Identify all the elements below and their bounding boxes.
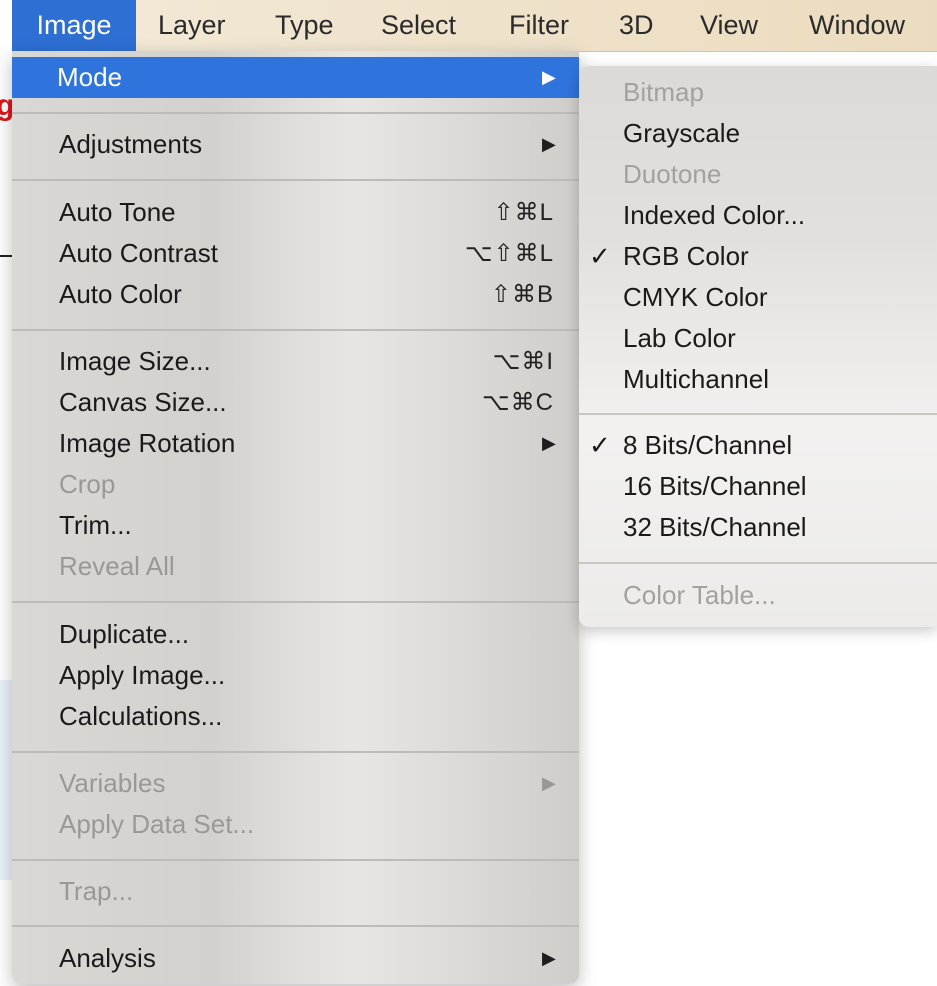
menu-separator bbox=[12, 112, 579, 114]
menubar-item-image[interactable]: Image bbox=[12, 0, 136, 51]
menu-item-image-rotation[interactable]: Image Rotation ▶ bbox=[12, 423, 579, 464]
submenu-item-lab-color[interactable]: Lab Color bbox=[579, 318, 937, 359]
submenu-separator bbox=[579, 562, 937, 564]
menu-item-label: Canvas Size... bbox=[59, 387, 227, 417]
menu-item-calculations[interactable]: Calculations... bbox=[12, 696, 579, 737]
background-red-text-fragment: g bbox=[0, 93, 12, 122]
submenu-item-bitmap: Bitmap bbox=[579, 72, 937, 113]
menubar-item-view[interactable]: View bbox=[700, 0, 758, 51]
menu-item-variables: Variables ▶ bbox=[12, 763, 579, 804]
submenu-separator bbox=[579, 413, 937, 415]
submenu-item-rgb-color[interactable]: ✓ RGB Color bbox=[579, 236, 937, 277]
submenu-item-label: 32 Bits/Channel bbox=[623, 512, 807, 542]
menu-separator bbox=[12, 751, 579, 753]
menu-item-label: Apply Image... bbox=[59, 660, 226, 690]
menubar-item-window[interactable]: Window bbox=[809, 0, 905, 51]
submenu-item-label: Indexed Color... bbox=[623, 200, 806, 230]
background-panel-fragment bbox=[0, 680, 12, 880]
keyboard-shortcut: ⇧⌘B bbox=[490, 281, 554, 308]
menu-item-label: Image Size... bbox=[59, 346, 211, 376]
menu-item-label: Adjustments bbox=[59, 129, 203, 159]
submenu-item-label: CMYK Color bbox=[623, 282, 768, 312]
menu-item-label: Image Rotation bbox=[59, 428, 236, 458]
submenu-item-32-bits-channel[interactable]: 32 Bits/Channel bbox=[579, 507, 937, 548]
menu-separator bbox=[12, 179, 579, 181]
menu-item-label: Auto Tone bbox=[59, 197, 176, 227]
menu-separator bbox=[12, 601, 579, 603]
menu-separator bbox=[12, 925, 579, 927]
keyboard-shortcut: ⌥⌘I bbox=[492, 348, 554, 375]
menu-item-reveal-all: Reveal All bbox=[12, 546, 579, 587]
menu-item-apply-image[interactable]: Apply Image... bbox=[12, 655, 579, 696]
menu-item-apply-data-set: Apply Data Set... bbox=[12, 804, 579, 845]
submenu-item-label: Grayscale bbox=[623, 118, 741, 148]
image-menu: Mode ▶ Adjustments ▶ Auto Tone ⇧⌘L Auto … bbox=[12, 51, 579, 984]
menu-item-trim[interactable]: Trim... bbox=[12, 505, 579, 546]
menu-item-label: Reveal All bbox=[59, 551, 175, 581]
mode-submenu: Bitmap Grayscale Duotone Indexed Color..… bbox=[579, 66, 937, 627]
menu-item-label: Auto Color bbox=[59, 279, 182, 309]
submenu-item-label: Multichannel bbox=[623, 364, 769, 394]
menu-separator bbox=[12, 329, 579, 331]
submenu-item-label: RGB Color bbox=[623, 241, 749, 271]
submenu-item-16-bits-channel[interactable]: 16 Bits/Channel bbox=[579, 466, 937, 507]
menu-item-adjustments[interactable]: Adjustments ▶ bbox=[12, 124, 579, 165]
menubar-item-type[interactable]: Type bbox=[275, 0, 334, 51]
menu-item-label: Trim... bbox=[59, 510, 132, 540]
menu-item-crop: Crop bbox=[12, 464, 579, 505]
submenu-item-label: Bitmap bbox=[623, 77, 704, 107]
submenu-item-label: 16 Bits/Channel bbox=[623, 471, 807, 501]
submenu-item-label: Duotone bbox=[623, 159, 722, 189]
submenu-item-indexed-color[interactable]: Indexed Color... bbox=[579, 195, 937, 236]
menu-item-analysis[interactable]: Analysis ▶ bbox=[12, 938, 579, 979]
menu-item-auto-color[interactable]: Auto Color ⇧⌘B bbox=[12, 274, 579, 315]
menu-item-canvas-size[interactable]: Canvas Size... ⌥⌘C bbox=[12, 382, 579, 423]
submenu-item-multichannel[interactable]: Multichannel bbox=[579, 359, 937, 400]
menu-separator bbox=[12, 859, 579, 861]
menu-item-trap: Trap... bbox=[12, 871, 579, 912]
background-underline-fragment bbox=[0, 215, 12, 257]
submenu-arrow-icon: ▶ bbox=[542, 134, 556, 154]
menu-item-label: Calculations... bbox=[59, 701, 223, 731]
menu-item-duplicate[interactable]: Duplicate... bbox=[12, 614, 579, 655]
menu-item-label: Crop bbox=[59, 469, 116, 499]
submenu-item-8-bits-channel[interactable]: ✓ 8 Bits/Channel bbox=[579, 425, 937, 466]
submenu-item-label: Lab Color bbox=[623, 323, 736, 353]
submenu-arrow-icon: ▶ bbox=[542, 433, 556, 453]
menu-item-label: Auto Contrast bbox=[59, 238, 218, 268]
menu-item-mode[interactable]: Mode ▶ bbox=[12, 57, 579, 98]
submenu-item-label: Color Table... bbox=[623, 580, 776, 610]
checkmark-icon: ✓ bbox=[589, 241, 611, 271]
menu-item-auto-contrast[interactable]: Auto Contrast ⌥⇧⌘L bbox=[12, 233, 579, 274]
menu-item-label: Analysis bbox=[59, 943, 156, 973]
menu-item-label: Mode bbox=[57, 62, 123, 92]
menu-item-label: Duplicate... bbox=[59, 619, 190, 649]
submenu-arrow-icon: ▶ bbox=[542, 948, 556, 968]
menu-bar: Image Layer Type Select Filter 3D View W… bbox=[12, 0, 937, 52]
menubar-item-3d[interactable]: 3D bbox=[619, 0, 654, 51]
submenu-item-cmyk-color[interactable]: CMYK Color bbox=[579, 277, 937, 318]
menubar-item-layer[interactable]: Layer bbox=[158, 0, 226, 51]
menu-item-image-size[interactable]: Image Size... ⌥⌘I bbox=[12, 341, 579, 382]
menu-item-label: Trap... bbox=[59, 876, 134, 906]
menu-item-label: Variables bbox=[59, 768, 166, 798]
keyboard-shortcut: ⌥⇧⌘L bbox=[464, 240, 554, 267]
keyboard-shortcut: ⇧⌘L bbox=[493, 199, 554, 226]
menubar-item-select[interactable]: Select bbox=[381, 0, 456, 51]
submenu-item-label: 8 Bits/Channel bbox=[623, 430, 793, 460]
submenu-item-grayscale[interactable]: Grayscale bbox=[579, 113, 937, 154]
menu-item-auto-tone[interactable]: Auto Tone ⇧⌘L bbox=[12, 192, 579, 233]
checkmark-icon: ✓ bbox=[589, 430, 611, 460]
menubar-item-filter[interactable]: Filter bbox=[509, 0, 569, 51]
menu-item-label: Apply Data Set... bbox=[59, 809, 255, 839]
keyboard-shortcut: ⌥⌘C bbox=[482, 389, 554, 416]
submenu-item-color-table: Color Table... bbox=[579, 575, 937, 616]
submenu-arrow-icon: ▶ bbox=[542, 773, 556, 793]
submenu-item-duotone: Duotone bbox=[579, 154, 937, 195]
submenu-arrow-icon: ▶ bbox=[542, 67, 556, 87]
